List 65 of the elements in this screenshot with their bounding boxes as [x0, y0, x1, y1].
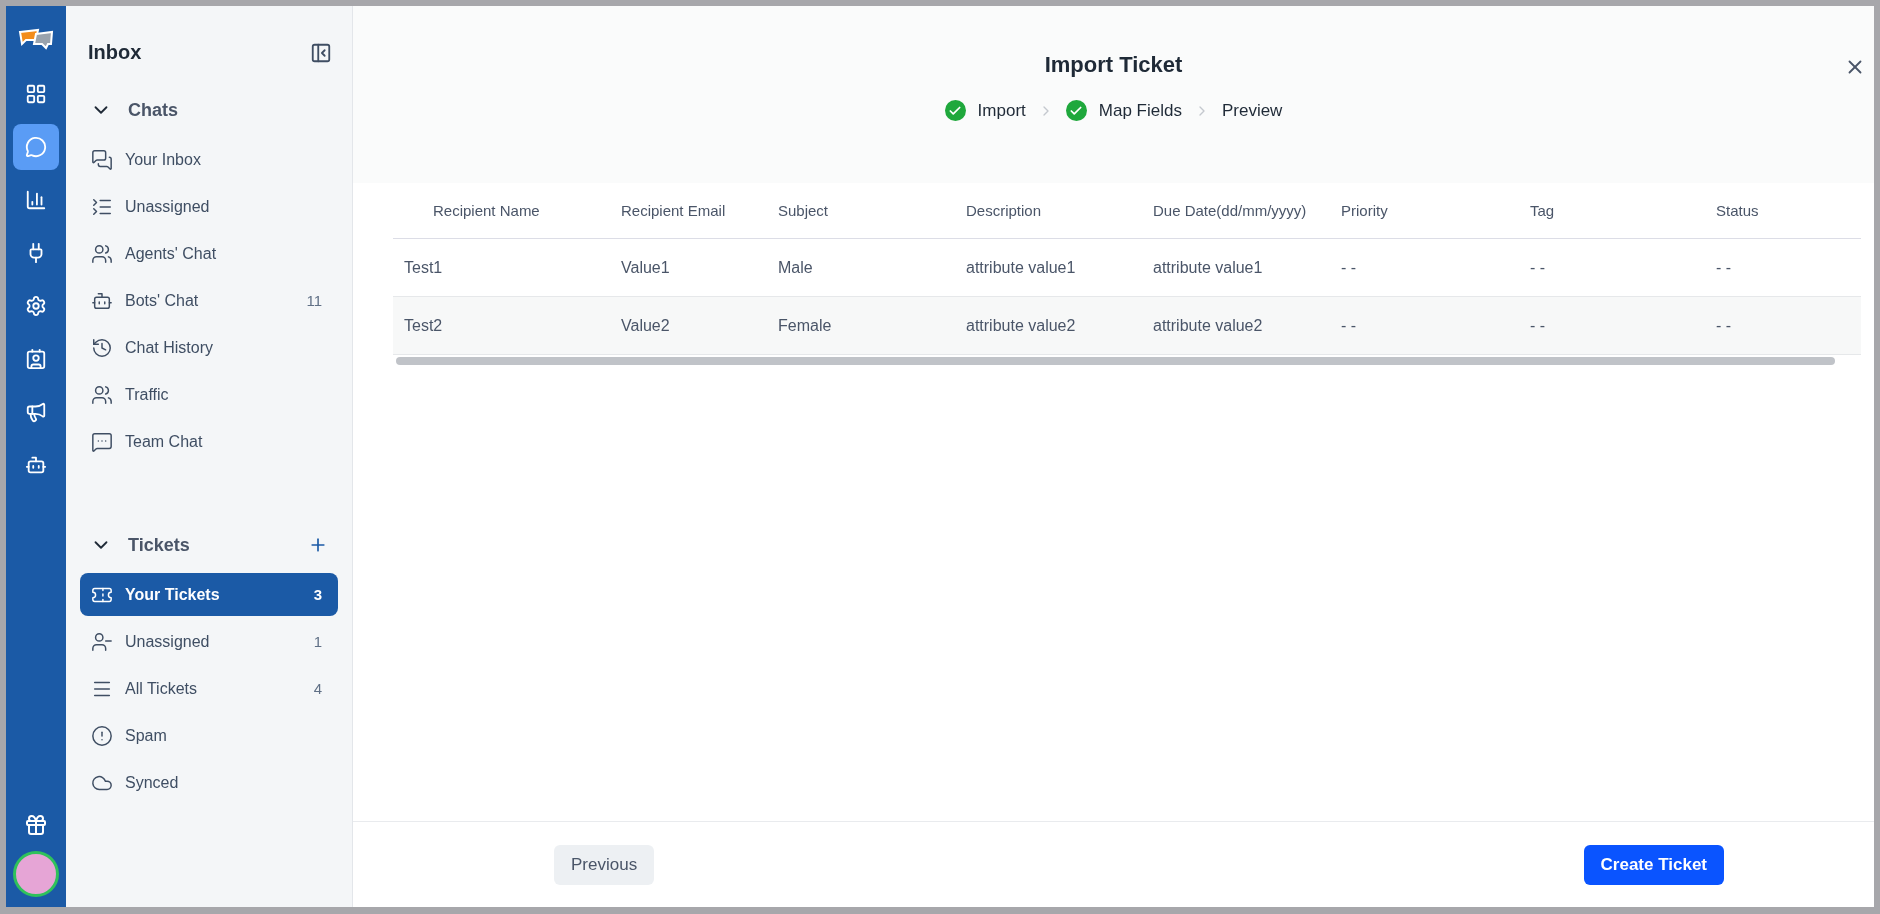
table-cell-text: Female [777, 316, 833, 335]
sidebar-item[interactable]: Unassigned [80, 185, 338, 228]
column-header: Status [1715, 202, 1760, 219]
megaphone-icon [25, 401, 47, 423]
previous-button[interactable]: Previous [554, 844, 655, 885]
table-cell-text: Test2 [403, 316, 444, 335]
sidebar-item[interactable]: Bots' Chat 11 [80, 279, 338, 322]
column-header: Priority [1340, 202, 1389, 219]
alert-icon [91, 724, 113, 747]
sidebar-item[interactable]: All Tickets 4 [80, 667, 338, 710]
table-cell-text: - - [1715, 258, 1733, 277]
table-cell-text: - - [1340, 258, 1358, 277]
table-cell-text: - - [1715, 316, 1733, 335]
sidebar-item[interactable]: Agents' Chat [80, 232, 338, 275]
gift-icon[interactable] [24, 813, 48, 837]
people-icon [91, 242, 113, 265]
column-header: Subject [777, 202, 830, 219]
collapse-panel-icon[interactable] [310, 41, 332, 64]
sidebar-item[interactable]: Unassigned 1 [80, 620, 338, 663]
chat-bubble-icon [25, 136, 47, 158]
step-label: Map Fields [1098, 100, 1182, 121]
contact-book-icon [25, 348, 47, 370]
scrollbar[interactable] [396, 357, 1835, 365]
step-label: Import [977, 100, 1026, 121]
column-header: Due Date(dd/mm/yyyy) [1152, 202, 1308, 219]
sidebar-item[interactable]: Team Chat [80, 420, 338, 463]
step-label: Preview [1221, 100, 1283, 121]
sidebar-item[interactable]: Your Inbox [80, 138, 338, 181]
column-header: Recipient Name [432, 202, 541, 219]
table-cell-text: Value2 [620, 316, 671, 335]
sidebar-title: Inbox [88, 41, 142, 64]
table-cell-text: Male [777, 258, 814, 277]
create-ticket-button[interactable]: Create Ticket [1583, 844, 1724, 885]
table-cell-text: - - [1529, 258, 1547, 277]
sidebar-item[interactable]: Traffic [80, 373, 338, 416]
dialog-title: Import Ticket [1044, 52, 1183, 78]
table-cell-text: attribute value1 [1152, 258, 1264, 277]
column-header: Tag [1529, 202, 1556, 219]
section-title[interactable]: Tickets [128, 534, 308, 556]
table-cell-text: - - [1340, 316, 1358, 335]
people-icon [91, 383, 113, 406]
robot-icon [25, 454, 47, 476]
section-title[interactable]: Chats [128, 99, 328, 121]
avatar[interactable] [13, 851, 59, 897]
sidebar-item[interactable]: Synced [80, 761, 338, 804]
sidebar-item[interactable]: Your Tickets 3 [80, 573, 338, 616]
chat-bubbles-icon [91, 148, 113, 171]
person-minus-icon [91, 630, 113, 653]
rail-nav-button[interactable] [13, 124, 59, 170]
message-dots-icon [91, 430, 113, 453]
settings-icon [25, 295, 47, 317]
table-cell-text: - - [1529, 316, 1547, 335]
column-header: Description [965, 202, 1043, 219]
table-cell-text: Test1 [403, 258, 444, 277]
sidebar-item[interactable]: Spam [80, 714, 338, 757]
bar-chart-icon [25, 189, 47, 211]
table-cell-text: attribute value2 [965, 316, 1077, 335]
table-cell-text: attribute value1 [965, 258, 1077, 277]
table-cell-text: Value1 [620, 258, 671, 277]
sidebar-item[interactable]: Chat History [80, 326, 338, 369]
column-header: Recipient Email [620, 202, 727, 219]
table-cell-text: attribute value2 [1152, 316, 1264, 335]
grid-icon [25, 83, 47, 105]
history-icon [91, 336, 113, 359]
logo-icon [18, 28, 54, 50]
